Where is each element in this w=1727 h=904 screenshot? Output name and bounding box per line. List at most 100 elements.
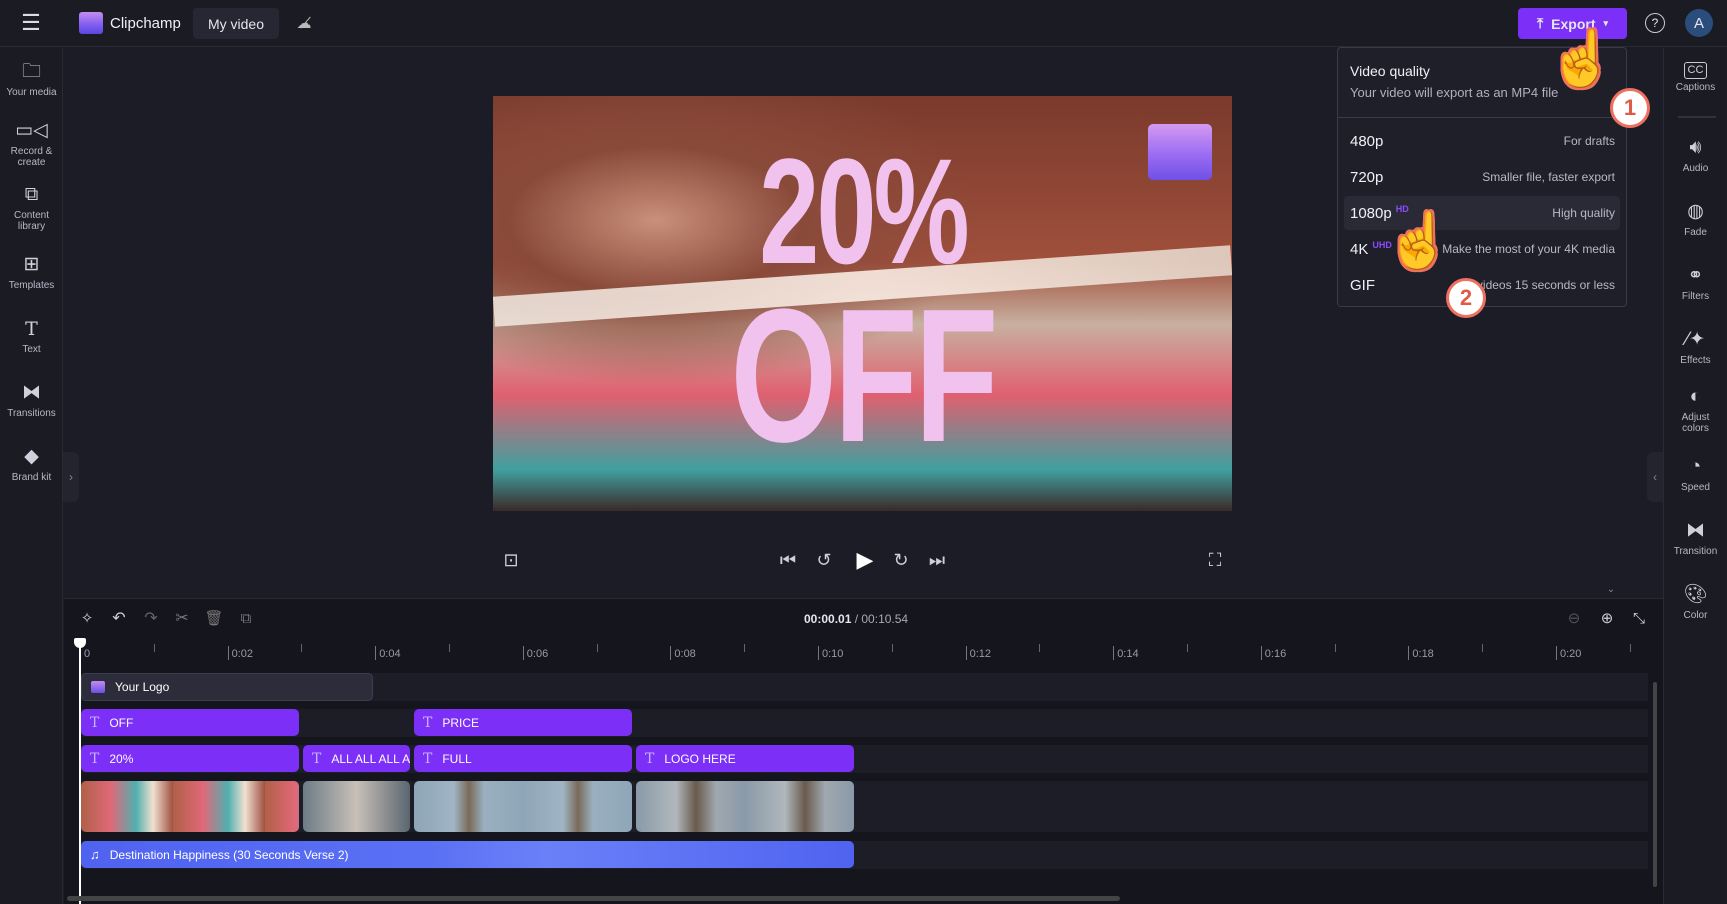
horizontal-scrollbar[interactable]	[67, 896, 1120, 901]
logo-overlay	[1148, 124, 1212, 180]
brand-kit-icon: ◆	[24, 446, 39, 467]
sidebar-label: Audio	[1682, 163, 1709, 174]
sidebar-item-your-media[interactable]: 🗀 Your media	[0, 60, 63, 98]
expand-left-panel-button[interactable]: ›	[63, 452, 79, 502]
text-clip-price[interactable]: T PRICE	[414, 709, 632, 736]
forward-5-icon[interactable]: ↻	[889, 548, 913, 572]
sidebar-item-content-library[interactable]: ⧉ Content library	[0, 183, 63, 232]
ruler-minor-tick	[744, 644, 746, 652]
text-clip-all[interactable]: T ALL ALL ALL A	[303, 745, 410, 772]
sidebar-label: Transition	[1673, 546, 1718, 557]
promo-text-line2: OFF	[730, 270, 999, 482]
help-icon[interactable]: ?	[1645, 13, 1665, 33]
sidebar-item-color[interactable]: 🎨︎ Color	[1664, 583, 1727, 621]
rewind-5-icon[interactable]: ↺	[812, 548, 836, 572]
zoom-out-icon[interactable]: ⊖	[1563, 607, 1585, 629]
ruler-tick: 0:06	[522, 646, 548, 660]
transitions-icon: ⧓	[22, 382, 41, 403]
avatar[interactable]: A	[1685, 9, 1713, 37]
sidebar-item-transitions[interactable]: ⧓ Transitions	[0, 381, 63, 419]
sidebar-item-filters[interactable]: ⚭ Filters	[1664, 264, 1727, 302]
video-clip-3[interactable]	[414, 781, 632, 832]
skip-back-icon[interactable]: ⏮	[776, 548, 800, 572]
sidebar-item-record-create[interactable]: ▭◁ Record & create	[0, 119, 63, 168]
sidebar-label: Effects	[1680, 355, 1711, 366]
hamburger-menu-icon[interactable]: ☰	[18, 10, 44, 35]
sidebar-item-templates[interactable]: ⊞ Templates	[0, 253, 63, 291]
ruler-minor-tick	[1629, 644, 1631, 652]
collapse-preview-icon[interactable]: ⌄	[1596, 582, 1626, 596]
logo-clip[interactable]: Your Logo	[81, 673, 373, 701]
video-clip-1[interactable]	[81, 781, 299, 832]
expand-right-panel-button[interactable]: ‹	[1647, 452, 1663, 502]
ruler-tick-label: 0:14	[1117, 648, 1139, 660]
sidebar-label: Adjust colors	[1681, 412, 1710, 434]
ruler-tick: 0:18	[1408, 646, 1434, 660]
text-clip-off[interactable]: T OFF	[81, 709, 299, 736]
ruler-tick: 0:10	[818, 646, 843, 660]
trash-icon[interactable]: 🗑︎	[203, 607, 225, 629]
fullscreen-icon[interactable]: ⛶	[1203, 548, 1227, 572]
magic-wand-icon: ⁄✦	[1685, 329, 1706, 350]
ruler-tick: 0:08	[670, 646, 696, 660]
speedometer-icon: ◔	[1689, 456, 1702, 477]
text-clip-full[interactable]: T FULL	[414, 745, 632, 772]
ruler-tick-label: 0:18	[1412, 648, 1434, 660]
zoom-in-icon[interactable]: ⊕	[1596, 607, 1618, 629]
text-clip-logo-here[interactable]: T LOGO HERE	[636, 745, 854, 772]
left-sidebar: 🗀 Your media ▭◁ Record & create ⧉ Content l…	[0, 48, 63, 904]
play-icon[interactable]: ▶	[851, 546, 879, 574]
skip-forward-icon[interactable]: ⏭	[925, 548, 949, 572]
quality-desc: For drafts	[1563, 134, 1615, 148]
step-badge-2: 2	[1446, 278, 1486, 318]
quality-option-480p[interactable]: 480p For drafts	[1344, 124, 1620, 158]
quality-desc: Smaller file, faster export	[1482, 170, 1615, 184]
sidebar-item-brand-kit[interactable]: ◆ Brand kit	[0, 445, 63, 483]
timeline-ruler[interactable]: 0 0:02 0:04 0:06 0:08 0:10 0:12 0:14 0:16 0:18 0:2…	[64, 640, 1647, 662]
audio-clip[interactable]: ♫ Destination Happiness (30 Seconds Verse…	[81, 841, 854, 868]
sidebar-item-effects[interactable]: ⁄✦ Effects	[1664, 328, 1727, 366]
fade-icon: ◍	[1687, 201, 1704, 222]
sidebar-label: Speed	[1681, 482, 1710, 493]
sidebar-item-adjust-colors[interactable]: ◐ Adjust colors	[1664, 385, 1727, 434]
app-name: Clipchamp	[110, 15, 181, 32]
menu-title: Video quality	[1350, 63, 1430, 79]
folder-icon: 🗀	[21, 61, 41, 82]
clip-label: FULL	[442, 751, 472, 766]
project-title[interactable]: My video	[193, 8, 279, 39]
library-icon: ⧉	[24, 184, 39, 205]
clip-label: PRICE	[442, 715, 480, 730]
screenshot-icon[interactable]: ⊡	[499, 548, 523, 572]
video-preview[interactable]: 20% OFF	[493, 96, 1232, 511]
sidebar-item-text[interactable]: T Text	[0, 317, 63, 355]
text-icon: T	[423, 714, 433, 731]
video-clip-4[interactable]	[636, 781, 854, 832]
duplicate-icon[interactable]: ⧉	[235, 607, 257, 629]
ruler-minor-tick	[153, 644, 155, 652]
text-icon: T	[312, 750, 322, 767]
text-icon: T	[90, 714, 100, 731]
redo-icon[interactable]: ↷	[140, 607, 162, 629]
sidebar-item-fade[interactable]: ◍ Fade	[1664, 200, 1727, 238]
quality-option-720p[interactable]: 720p Smaller file, faster export	[1344, 160, 1620, 194]
text-clip-20[interactable]: T 20%	[81, 745, 299, 772]
logo-thumbnail	[91, 681, 105, 693]
playhead[interactable]	[79, 640, 81, 904]
sidebar-item-audio[interactable]: 🔊︎ Audio	[1664, 136, 1727, 174]
transition-icon: ⧓	[1686, 520, 1705, 541]
sidebar-item-transition[interactable]: ⧓ Transition	[1664, 519, 1727, 557]
video-clip-2[interactable]	[303, 781, 410, 832]
sidebar-item-captions[interactable]: CC Captions	[1664, 62, 1727, 93]
magic-icon[interactable]: ✧	[76, 607, 98, 629]
vertical-scrollbar[interactable]	[1653, 682, 1657, 887]
quality-label: 480p	[1350, 132, 1384, 150]
ruler-tick-label: 0:08	[674, 648, 696, 660]
current-time: 00:00.01	[804, 612, 852, 626]
fit-timeline-icon[interactable]: ⤡	[1628, 607, 1650, 629]
clip-label: 20%	[109, 751, 134, 766]
scissors-icon[interactable]: ✂	[171, 607, 193, 629]
undo-icon[interactable]: ↶	[108, 607, 130, 629]
ruler-tick: 0:04	[375, 646, 401, 660]
quality-desc: High quality	[1552, 206, 1615, 220]
sidebar-item-speed[interactable]: ◔ Speed	[1664, 455, 1727, 493]
